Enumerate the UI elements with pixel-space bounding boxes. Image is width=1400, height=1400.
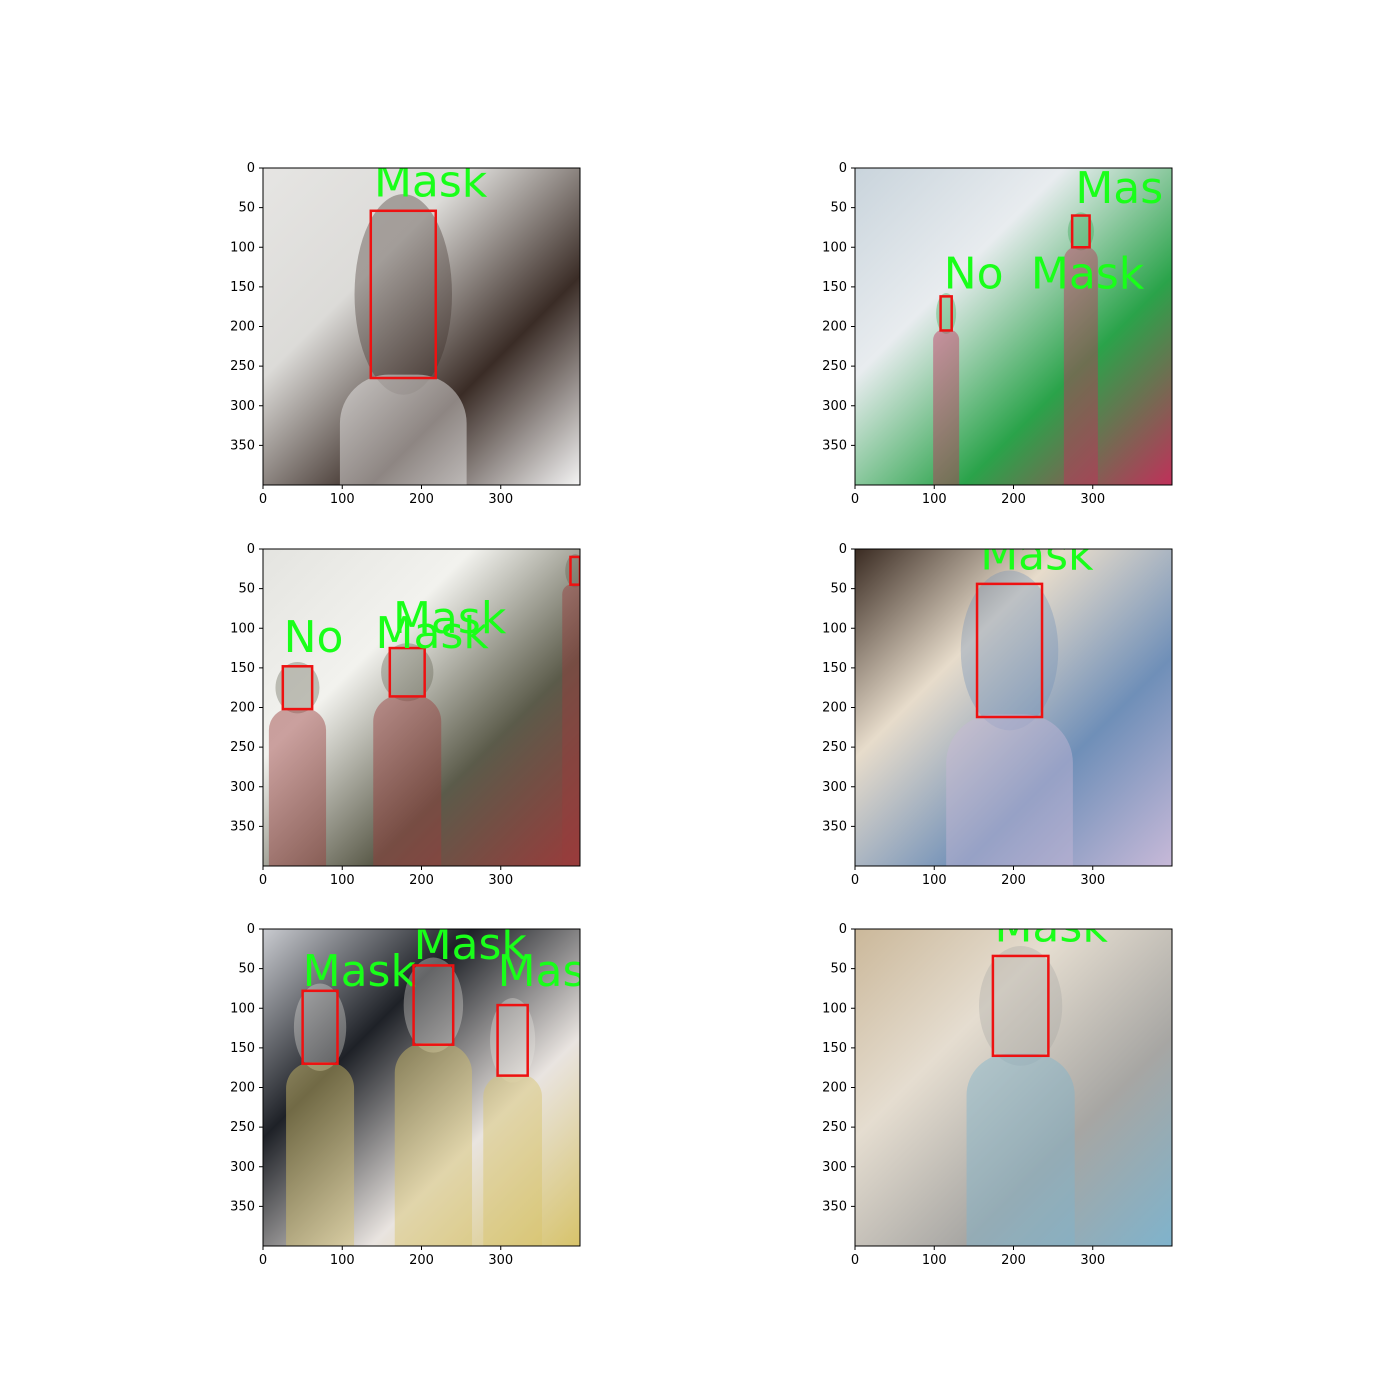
y-tick-label: 150: [822, 280, 847, 295]
y-tick-label: 150: [230, 280, 255, 295]
y-tick-label: 200: [822, 1081, 847, 1096]
y-tick-label: 300: [230, 1160, 255, 1175]
image-panel-6: Mask 0 100 200 300 0 50 100 150 200 250 300 350: [822, 902, 1173, 1268]
detection-label: No: [284, 612, 344, 663]
x-tick-label: 200: [409, 1253, 434, 1268]
y-tick-label: 150: [822, 1041, 847, 1056]
y-tick-label: 100: [822, 1001, 847, 1016]
y-tick-label: 250: [230, 740, 255, 755]
image-panel-5: MaskMaskMas0 100 200 3000501001502002503003…: [230, 922, 586, 1268]
photo: Mask: [855, 902, 1172, 1246]
y-tick-label: 100: [230, 621, 255, 636]
y-tick-label: 300: [230, 399, 255, 414]
y-tick-label: 200: [822, 701, 847, 716]
y-tick-label: 250: [822, 359, 847, 374]
y-tick-label: 300: [822, 1160, 847, 1175]
detection-label: Mask: [303, 946, 417, 997]
x-tick-label: 0: [259, 492, 267, 507]
detection-label: Mas: [498, 946, 586, 997]
x-tick-label: 200: [409, 873, 434, 888]
y-tick-label: 0: [247, 922, 255, 937]
x-tick-label: 300: [1080, 1253, 1105, 1268]
y-tick-label: 350: [822, 1199, 847, 1214]
y-tick-label: 300: [822, 399, 847, 414]
y-tick-label: 150: [822, 661, 847, 676]
x-tick-label: 300: [1080, 873, 1105, 888]
photo: MaskMaskMas: [263, 929, 586, 1246]
y-tick-label: 50: [238, 962, 255, 977]
y-tick-label: 300: [822, 780, 847, 795]
y-tick-label: 200: [230, 320, 255, 335]
x-tick-label: 100: [330, 1253, 355, 1268]
detection-label: Mas: [1075, 163, 1163, 214]
x-tick-label: 300: [1080, 492, 1105, 507]
detection-label: Mask: [980, 530, 1094, 581]
x-tick-label: 200: [1001, 873, 1026, 888]
y-tick-label: 350: [230, 819, 255, 834]
x-tick-label: 300: [488, 873, 513, 888]
detection-label: Mask: [393, 593, 507, 644]
x-tick-label: 0: [851, 873, 859, 888]
x-tick-label: 200: [1001, 1253, 1026, 1268]
x-tick-label: 100: [330, 492, 355, 507]
x-tick-label: 300: [488, 492, 513, 507]
y-tick-label: 250: [230, 359, 255, 374]
y-tick-label: 150: [230, 661, 255, 676]
y-tick-label: 0: [839, 922, 847, 937]
x-tick-label: 100: [922, 873, 947, 888]
y-tick-label: 0: [839, 161, 847, 176]
y-tick-label: 50: [238, 582, 255, 597]
x-tick-label: 100: [330, 873, 355, 888]
x-tick-label: 100: [922, 492, 947, 507]
y-tick-label: 50: [238, 201, 255, 216]
y-tick-label: 350: [230, 1199, 255, 1214]
x-tick-label: 100: [922, 1253, 947, 1268]
y-tick-label: 200: [822, 320, 847, 335]
detection-label: Mask: [374, 157, 488, 208]
y-tick-label: 0: [247, 161, 255, 176]
detection-label: No: [944, 248, 1004, 299]
detection-label: Mask: [994, 902, 1108, 953]
y-tick-label: 100: [230, 1001, 255, 1016]
y-tick-label: 100: [230, 240, 255, 255]
y-tick-label: 350: [822, 438, 847, 453]
x-tick-label: 300: [488, 1253, 513, 1268]
x-tick-label: 200: [1001, 492, 1026, 507]
x-tick-label: 0: [259, 1253, 267, 1268]
detection-label: Mask: [1031, 248, 1145, 299]
y-tick-label: 200: [230, 1081, 255, 1096]
y-tick-label: 0: [247, 542, 255, 557]
detection-results-figure: Mask 0 100 200 300 0 50 100 150 200 250 300 350 Mas No…: [230, 157, 1173, 1268]
y-tick-label: 0: [839, 542, 847, 557]
y-tick-label: 50: [830, 962, 847, 977]
y-tick-label: 350: [822, 819, 847, 834]
y-tick-label: 200: [230, 701, 255, 716]
y-tick-label: 250: [230, 1120, 255, 1135]
x-tick-label: 200: [409, 492, 434, 507]
y-tick-label: 300: [230, 780, 255, 795]
y-tick-label: 150: [230, 1041, 255, 1056]
y-tick-label: 250: [822, 1120, 847, 1135]
y-tick-label: 250: [822, 740, 847, 755]
x-tick-label: 0: [851, 492, 859, 507]
y-tick-label: 100: [822, 621, 847, 636]
x-tick-label: 0: [851, 1253, 859, 1268]
y-tick-label: 350: [230, 438, 255, 453]
y-tick-label: 50: [830, 201, 847, 216]
x-tick-label: 0: [259, 873, 267, 888]
y-tick-label: 100: [822, 240, 847, 255]
y-tick-label: 50: [830, 582, 847, 597]
